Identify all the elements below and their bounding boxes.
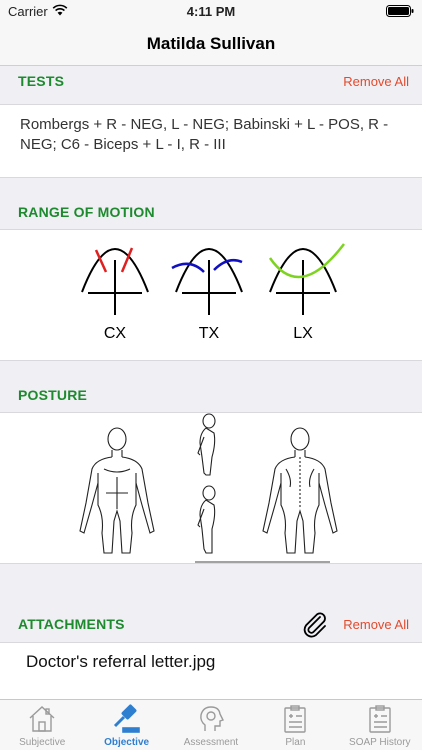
range-of-motion-panel: CX TX LX xyxy=(0,229,422,361)
attachments-section-header: ATTACHMENTS Remove All xyxy=(0,564,422,642)
attachments-panel: Doctor's referral letter.jpg xyxy=(0,642,422,699)
tab-subjective-label: Subjective xyxy=(19,737,66,748)
tab-soap-history[interactable]: SOAP History xyxy=(338,700,422,750)
posture-front-figure xyxy=(79,427,155,554)
tab-plan-label: Plan xyxy=(285,737,306,748)
attachment-file-name[interactable]: Doctor's referral letter.jpg xyxy=(26,652,215,672)
attachments-section-title: ATTACHMENTS xyxy=(18,616,125,632)
tab-objective-label: Objective xyxy=(104,737,150,748)
paperclip-icon[interactable] xyxy=(298,608,330,640)
rom-cx-diagram: CX xyxy=(81,247,149,342)
page-title: Matilda Sullivan xyxy=(146,34,276,53)
posture-section-header: POSTURE xyxy=(0,361,422,412)
clipboard-icon xyxy=(284,705,307,733)
house-icon xyxy=(29,706,55,732)
rom-cx-label: CX xyxy=(104,325,127,342)
rom-tx-label: TX xyxy=(199,325,220,342)
assessment-icon xyxy=(200,706,224,731)
posture-side-figure-top xyxy=(197,413,216,476)
tests-remove-all-button[interactable]: Remove All xyxy=(343,74,409,89)
gavel-icon xyxy=(113,704,140,733)
rom-lx-diagram: LX xyxy=(268,243,345,342)
range-of-motion-section-title: RANGE OF MOTION xyxy=(18,204,155,220)
posture-diagram xyxy=(79,413,338,563)
tab-bar: Subjective Objective Assessment Plan SOA… xyxy=(0,699,422,750)
tests-panel: Rombergs + R - NEG, L - NEG; Babinski + … xyxy=(0,104,422,178)
status-time: 4:11 PM xyxy=(186,4,236,19)
status-bar: Carrier 4:11 PM xyxy=(0,0,422,22)
rom-lx-label: LX xyxy=(293,325,313,342)
posture-side-figure-bottom xyxy=(197,485,216,554)
posture-panel xyxy=(0,412,422,564)
attachments-remove-all-button[interactable]: Remove All xyxy=(343,617,409,632)
tab-assessment[interactable]: Assessment xyxy=(169,700,253,750)
posture-section-title: POSTURE xyxy=(18,387,88,403)
tests-section-header: TESTS Remove All xyxy=(0,66,422,104)
range-of-motion-section-header: RANGE OF MOTION xyxy=(0,178,422,229)
history-icon xyxy=(369,705,391,733)
tab-soap-history-label: SOAP History xyxy=(349,737,411,748)
battery-icon xyxy=(386,5,414,17)
tests-section-title: TESTS xyxy=(18,73,65,89)
tab-plan[interactable]: Plan xyxy=(253,700,337,750)
rom-tx-diagram: TX xyxy=(171,248,243,342)
tests-text: Rombergs + R - NEG, L - NEG; Babinski + … xyxy=(20,116,389,153)
tab-assessment-label: Assessment xyxy=(183,737,239,748)
tab-objective[interactable]: Objective xyxy=(84,700,168,750)
posture-back-figure xyxy=(262,427,338,554)
range-of-motion-diagram: CX TX LX xyxy=(81,243,345,342)
navigation-bar: Matilda Sullivan xyxy=(0,22,422,66)
tab-subjective[interactable]: Subjective xyxy=(0,700,84,750)
